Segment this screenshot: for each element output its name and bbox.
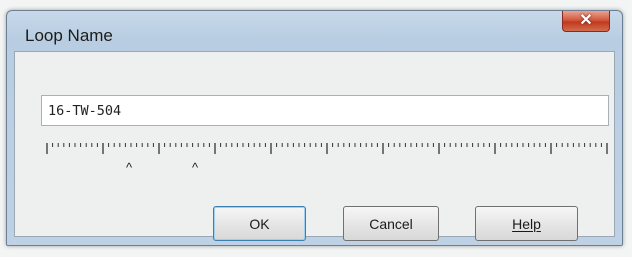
close-button[interactable]: ✕ xyxy=(562,11,610,32)
title-bar[interactable]: Loop Name ✕ xyxy=(7,11,622,51)
loop-name-dialog: Loop Name ✕ ^ ^ OK Cancel Help xyxy=(6,10,623,246)
dialog-title: Loop Name xyxy=(25,26,113,45)
cancel-button[interactable]: Cancel xyxy=(343,206,439,241)
help-label: Help xyxy=(512,215,541,232)
ruler-ticks xyxy=(46,143,608,154)
ok-button[interactable]: OK xyxy=(213,206,306,241)
column-ruler: ^ ^ xyxy=(46,143,608,174)
ruler-marker: ^ xyxy=(192,160,199,174)
dialog-body: ^ ^ OK Cancel Help xyxy=(14,51,615,241)
help-button[interactable]: Help xyxy=(475,206,578,241)
ruler-marker: ^ xyxy=(126,160,133,174)
loop-name-input[interactable] xyxy=(41,95,609,126)
close-icon: ✕ xyxy=(579,12,593,29)
